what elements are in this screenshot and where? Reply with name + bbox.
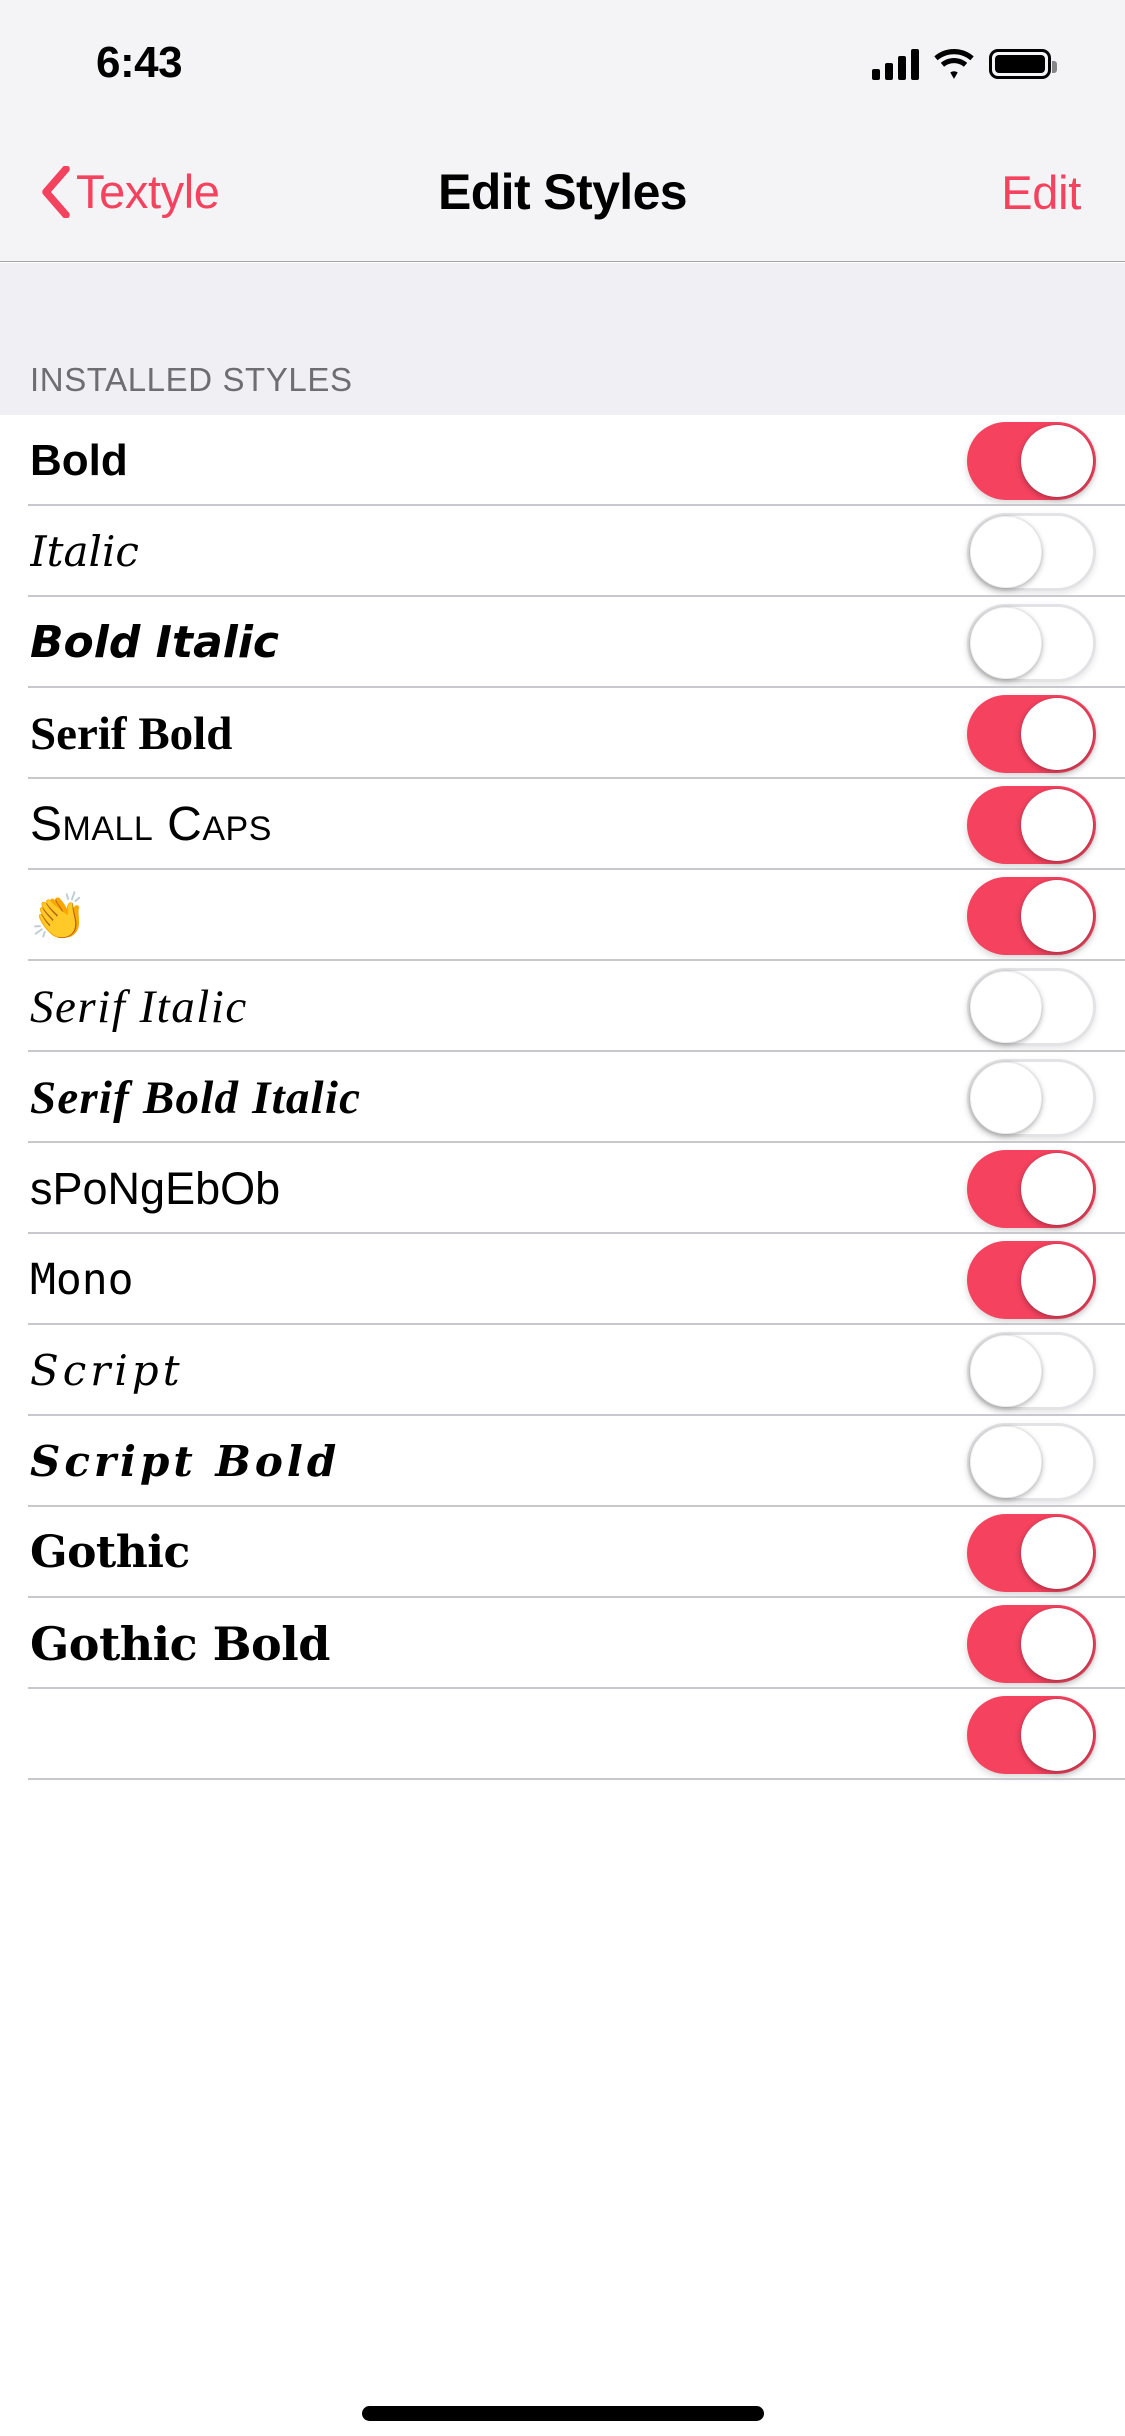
section-header: INSTALLED STYLES (0, 263, 1125, 415)
style-row-label: Serif Italic (30, 980, 248, 1033)
styles-row-container: Bold Italic Bold Italic Serif Bold Small Cap… (0, 415, 1125, 1780)
status-bar-indicators (872, 40, 1057, 88)
home-indicator[interactable] (361, 2406, 764, 2421)
toggle-knob (1021, 1607, 1093, 1680)
style-row-label: Script (30, 1345, 184, 1395)
toggle-knob (970, 1425, 1042, 1498)
style-row-label: Serif Bold (30, 707, 233, 760)
toggle-knob (1021, 879, 1093, 952)
style-row[interactable]: Gothic Bold (0, 1598, 1125, 1689)
styles-list[interactable]: INSTALLED STYLES Bold Italic Bold Italic Se… (0, 263, 1125, 2436)
toggle-knob (1021, 424, 1093, 497)
style-row-label: Gothic (30, 1526, 190, 1578)
style-row[interactable]: Bold Italic (0, 597, 1125, 688)
style-row[interactable]: Serif Italic (0, 961, 1125, 1052)
style-toggle[interactable] (967, 967, 1096, 1046)
style-row[interactable]: Script (0, 1325, 1125, 1416)
style-row-label: Gothic Bold (30, 1616, 330, 1671)
style-row-label: Bold (30, 435, 128, 485)
section-header-label: INSTALLED STYLES (30, 361, 353, 398)
toggle-knob (1021, 1516, 1093, 1589)
toggle-knob (970, 1061, 1042, 1134)
style-row[interactable] (0, 1689, 1125, 1780)
style-row[interactable]: Script Bold (0, 1416, 1125, 1507)
app-screen: 6:43 Textyle Edit Styles Edit INSTALLED … (0, 0, 1125, 2436)
style-row[interactable]: Bold (0, 415, 1125, 506)
style-toggle[interactable] (967, 1149, 1096, 1228)
style-toggle[interactable] (967, 421, 1096, 500)
page-title: Edit Styles (437, 164, 688, 220)
status-bar: 6:43 (0, 0, 1125, 122)
navigation-bar: Textyle Edit Styles Edit (0, 122, 1125, 262)
style-row-label: Bold Italic (30, 616, 280, 668)
style-row-label: 👏 (30, 888, 88, 943)
battery-full-icon (989, 49, 1057, 79)
style-row[interactable]: Small Caps (0, 779, 1125, 870)
style-row[interactable]: Serif Bold Italic (0, 1052, 1125, 1143)
toggle-knob (1021, 1152, 1093, 1225)
style-toggle[interactable] (967, 876, 1096, 955)
toggle-knob (970, 606, 1042, 679)
style-toggle[interactable] (967, 1513, 1096, 1592)
toggle-knob (1021, 1698, 1093, 1771)
style-row-label: Mono (30, 1254, 134, 1305)
toggle-knob (970, 970, 1042, 1043)
style-row-label: Script Bold (30, 1436, 341, 1486)
style-toggle[interactable] (967, 694, 1096, 773)
toggle-knob (970, 1334, 1042, 1407)
style-row-label: Italic (30, 526, 139, 576)
style-row[interactable]: Serif Bold (0, 688, 1125, 779)
signal-bars-icon (872, 48, 919, 80)
edit-button[interactable]: Edit (1001, 122, 1081, 262)
style-toggle[interactable] (967, 1604, 1096, 1683)
style-row-label: Small Caps (30, 797, 272, 851)
status-bar-time: 6:43 (96, 38, 183, 87)
wifi-icon (933, 48, 975, 80)
style-row[interactable]: Italic (0, 506, 1125, 597)
style-toggle[interactable] (967, 1695, 1096, 1774)
style-row-label: Serif Bold Italic (30, 1071, 362, 1124)
style-row[interactable]: sPoNgEbOb (0, 1143, 1125, 1234)
toggle-knob (1021, 1243, 1093, 1316)
toggle-knob (1021, 697, 1093, 770)
style-toggle[interactable] (967, 1331, 1096, 1410)
style-toggle[interactable] (967, 1058, 1096, 1137)
style-row[interactable]: 👏 (0, 870, 1125, 961)
style-toggle[interactable] (967, 603, 1096, 682)
style-row[interactable]: Mono (0, 1234, 1125, 1325)
style-toggle[interactable] (967, 785, 1096, 864)
toggle-knob (970, 515, 1042, 588)
style-toggle[interactable] (967, 512, 1096, 591)
style-toggle[interactable] (967, 1422, 1096, 1501)
style-toggle[interactable] (967, 1240, 1096, 1319)
style-row-label: sPoNgEbOb (30, 1162, 281, 1214)
toggle-knob (1021, 788, 1093, 861)
style-row[interactable]: Gothic (0, 1507, 1125, 1598)
